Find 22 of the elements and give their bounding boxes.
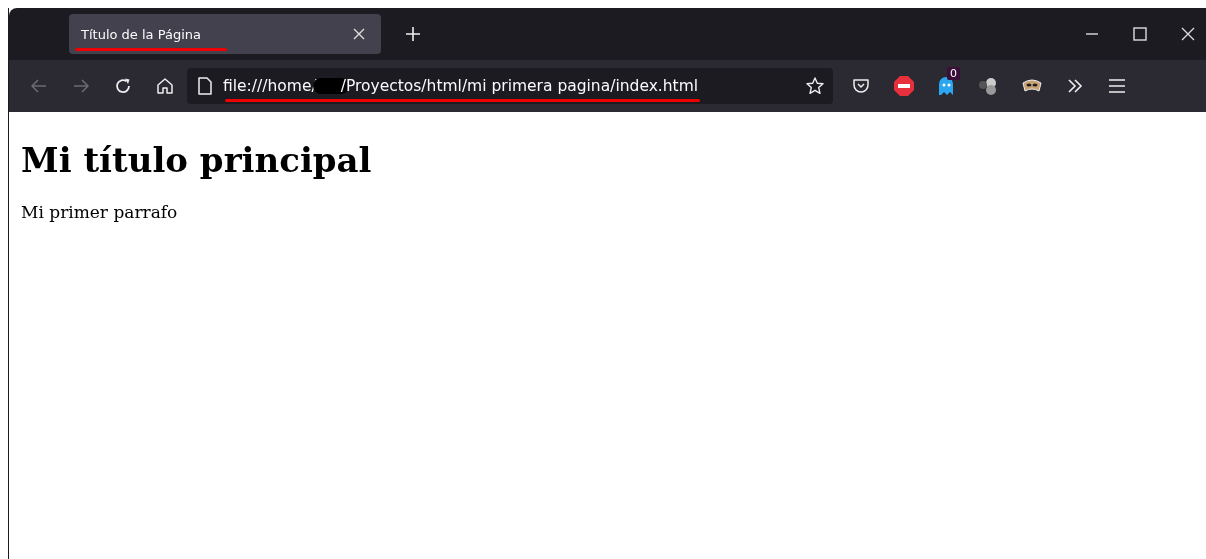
url-text: file:///home/ xyxy=(223,77,317,95)
pocket-icon[interactable] xyxy=(851,76,871,96)
browser-tab[interactable]: Título de la Página xyxy=(69,14,381,54)
home-icon[interactable] xyxy=(155,76,175,96)
url-text: /Proyectos/html/mi primera pagina/index.html xyxy=(340,77,699,95)
address-bar[interactable]: file:///home/ /Proyectos/html/mi primera pagina/index.html xyxy=(187,68,833,104)
page-paragraph: Mi primer parrafo xyxy=(21,202,179,222)
page-icon xyxy=(197,77,213,95)
new-tab-icon[interactable] xyxy=(405,26,421,42)
reload-icon[interactable] xyxy=(113,76,133,96)
page-heading: Mi título principal xyxy=(21,140,373,180)
stop-sign-icon[interactable] xyxy=(893,75,915,97)
close-icon[interactable] xyxy=(1180,26,1196,42)
menu-icon[interactable] xyxy=(1107,76,1127,96)
count-badge: 0 xyxy=(947,67,960,80)
tab-title: Título de la Página xyxy=(81,26,353,42)
mask-icon[interactable] xyxy=(1021,77,1043,95)
ghost-icon[interactable] xyxy=(937,76,955,96)
maximize-icon[interactable] xyxy=(1132,26,1148,42)
star-icon[interactable] xyxy=(805,76,825,96)
spheres-icon[interactable] xyxy=(977,75,999,97)
close-tab-icon[interactable] xyxy=(353,28,365,40)
